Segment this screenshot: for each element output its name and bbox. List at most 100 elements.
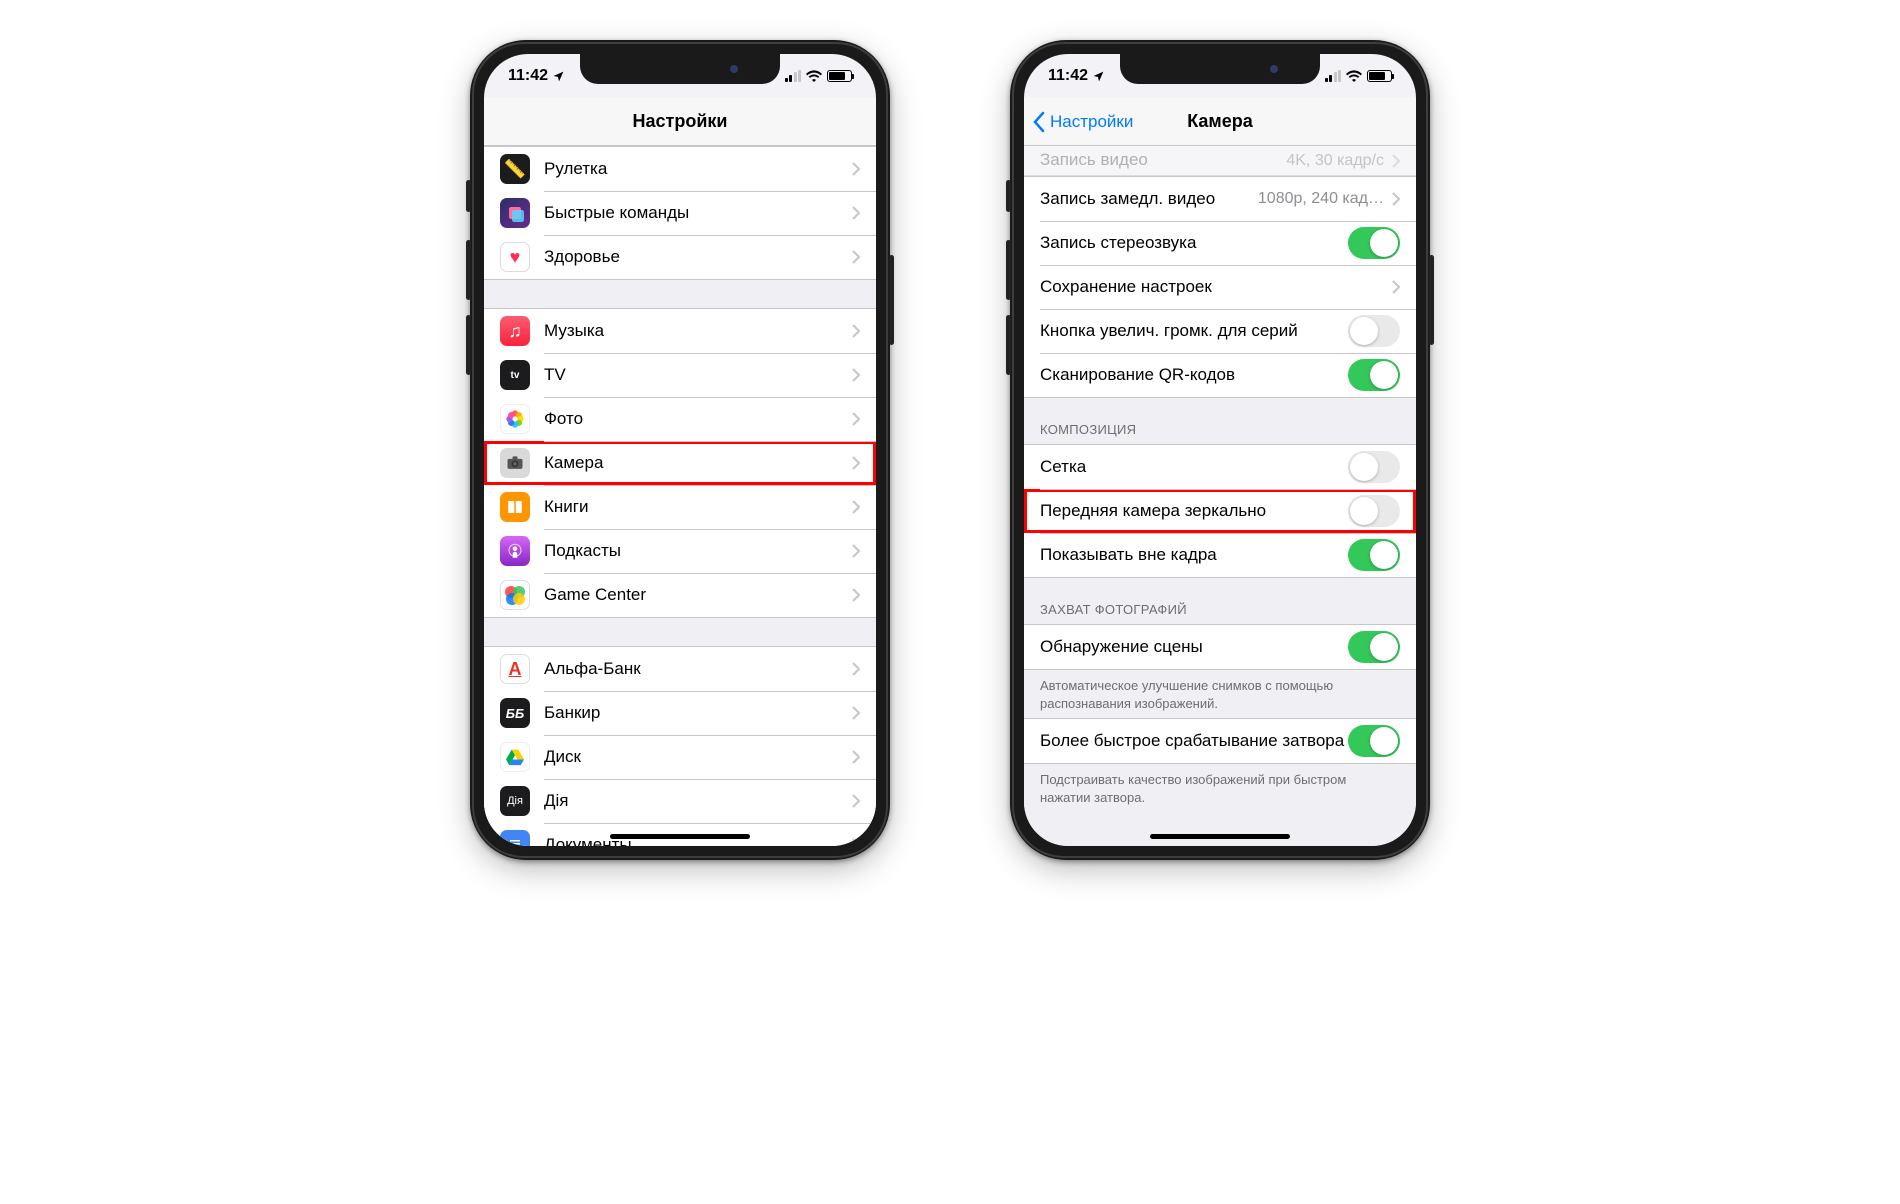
wifi-icon: [1346, 70, 1362, 82]
back-button[interactable]: Настройки: [1032, 98, 1133, 145]
screen: 11:42 Настройки 📏 Рулетка: [484, 54, 876, 846]
row-gamecenter[interactable]: Game Center: [484, 573, 876, 617]
row-label: Рулетка: [544, 159, 852, 179]
row-value: 1080p, 240 кад…: [1258, 190, 1384, 208]
row-label: Передняя камера зеркально: [1040, 501, 1348, 521]
shortcuts-icon: [500, 198, 530, 228]
row-video-record[interactable]: Запись видео 4K, 30 кадр/с: [1024, 146, 1416, 176]
row-podcasts[interactable]: Подкасты: [484, 529, 876, 573]
section-capture: ЗАХВАТ ФОТОГРАФИЙ: [1024, 578, 1416, 624]
toggle-scene-detect[interactable]: [1348, 631, 1400, 663]
row-tv[interactable]: tv TV: [484, 353, 876, 397]
drive-icon: [500, 742, 530, 772]
toggle-mirror-front[interactable]: [1348, 495, 1400, 527]
footer-shutter: Подстраивать качество изображений при бы…: [1024, 764, 1416, 812]
health-icon: ♥: [500, 242, 530, 272]
chevron-right-icon: [852, 588, 860, 602]
row-label: Обнаружение сцены: [1040, 637, 1348, 657]
phone-left: 11:42 Настройки 📏 Рулетка: [470, 40, 890, 860]
row-label: Подкасты: [544, 541, 852, 561]
home-indicator[interactable]: [1150, 834, 1290, 839]
volume-down-button[interactable]: [466, 315, 471, 375]
volume-up-button[interactable]: [1006, 240, 1011, 300]
chevron-right-icon: [852, 750, 860, 764]
settings-list[interactable]: 📏 Рулетка Быстрые команды ♥ Здоровье: [484, 146, 876, 846]
volume-down-button[interactable]: [1006, 315, 1011, 375]
notch: [580, 54, 780, 84]
toggle-grid[interactable]: [1348, 451, 1400, 483]
row-alfabank[interactable]: А Альфа-Банк: [484, 647, 876, 691]
toggle-qr[interactable]: [1348, 359, 1400, 391]
section-composition: КОМПОЗИЦИЯ: [1024, 398, 1416, 444]
row-label: Game Center: [544, 585, 852, 605]
row-health[interactable]: ♥ Здоровье: [484, 235, 876, 279]
row-qr[interactable]: Сканирование QR-кодов: [1024, 353, 1416, 397]
location-icon: [552, 70, 565, 83]
row-label: Запись видео: [1040, 150, 1286, 170]
chevron-right-icon: [852, 412, 860, 426]
row-slowmo[interactable]: Запись замедл. видео 1080p, 240 кад…: [1024, 177, 1416, 221]
row-volume-burst[interactable]: Кнопка увелич. громк. для серий: [1024, 309, 1416, 353]
row-preserve[interactable]: Сохранение настроек: [1024, 265, 1416, 309]
power-button[interactable]: [1429, 255, 1434, 345]
bankir-icon: ББ: [500, 698, 530, 728]
battery-icon: [1367, 70, 1392, 82]
mute-switch[interactable]: [466, 180, 471, 212]
chevron-right-icon: [1392, 154, 1400, 168]
books-icon: [500, 492, 530, 522]
chevron-right-icon: [852, 456, 860, 470]
row-label: Показывать вне кадра: [1040, 545, 1348, 565]
chevron-right-icon: [852, 368, 860, 382]
nav-header: Настройки Камера: [1024, 98, 1416, 146]
toggle-fast-shutter[interactable]: [1348, 725, 1400, 757]
screen: 11:42 Настройки Камера Запись видео 4K, …: [1024, 54, 1416, 846]
music-icon: ♫: [500, 316, 530, 346]
row-ruler[interactable]: 📏 Рулетка: [484, 147, 876, 191]
row-camera[interactable]: Камера: [484, 441, 876, 485]
row-scene-detect[interactable]: Обнаружение сцены: [1024, 625, 1416, 669]
home-indicator[interactable]: [610, 834, 750, 839]
row-outside-frame[interactable]: Показывать вне кадра: [1024, 533, 1416, 577]
row-stereo[interactable]: Запись стереозвука: [1024, 221, 1416, 265]
row-music[interactable]: ♫ Музыка: [484, 309, 876, 353]
chevron-left-icon: [1032, 111, 1046, 133]
camera-settings-list[interactable]: Запись видео 4K, 30 кадр/с Запись замедл…: [1024, 146, 1416, 846]
row-label: Сканирование QR-кодов: [1040, 365, 1348, 385]
row-photos[interactable]: Фото: [484, 397, 876, 441]
row-shortcuts[interactable]: Быстрые команды: [484, 191, 876, 235]
diia-icon: Дія: [500, 786, 530, 816]
row-bankir[interactable]: ББ Банкир: [484, 691, 876, 735]
mute-switch[interactable]: [1006, 180, 1011, 212]
row-diia[interactable]: Дія Дія: [484, 779, 876, 823]
podcasts-icon: [500, 536, 530, 566]
row-mirror-front[interactable]: Передняя камера зеркально: [1024, 489, 1416, 533]
back-label: Настройки: [1050, 112, 1133, 132]
row-label: Музыка: [544, 321, 852, 341]
chevron-right-icon: [852, 662, 860, 676]
phone-right: 11:42 Настройки Камера Запись видео 4K, …: [1010, 40, 1430, 860]
chevron-right-icon: [852, 794, 860, 808]
toggle-stereo[interactable]: [1348, 227, 1400, 259]
volume-up-button[interactable]: [466, 240, 471, 300]
toggle-volume-burst[interactable]: [1348, 315, 1400, 347]
chevron-right-icon: [852, 250, 860, 264]
battery-icon: [827, 70, 852, 82]
row-label: Сохранение настроек: [1040, 277, 1392, 297]
chevron-right-icon: [852, 324, 860, 338]
row-value: 4K, 30 кадр/с: [1286, 152, 1384, 170]
row-grid[interactable]: Сетка: [1024, 445, 1416, 489]
row-label: Фото: [544, 409, 852, 429]
cellular-icon: [785, 70, 802, 82]
row-fast-shutter[interactable]: Более быстрое срабатывание затвора: [1024, 719, 1416, 763]
row-label: Сетка: [1040, 457, 1348, 477]
power-button[interactable]: [889, 255, 894, 345]
row-books[interactable]: Книги: [484, 485, 876, 529]
status-time: 11:42: [508, 67, 548, 85]
footer-scene: Автоматическое улучшение снимков с помощ…: [1024, 670, 1416, 718]
tv-icon: tv: [500, 360, 530, 390]
row-drive[interactable]: Диск: [484, 735, 876, 779]
toggle-outside-frame[interactable]: [1348, 539, 1400, 571]
row-label: Банкир: [544, 703, 852, 723]
camera-icon: [500, 448, 530, 478]
notch: [1120, 54, 1320, 84]
